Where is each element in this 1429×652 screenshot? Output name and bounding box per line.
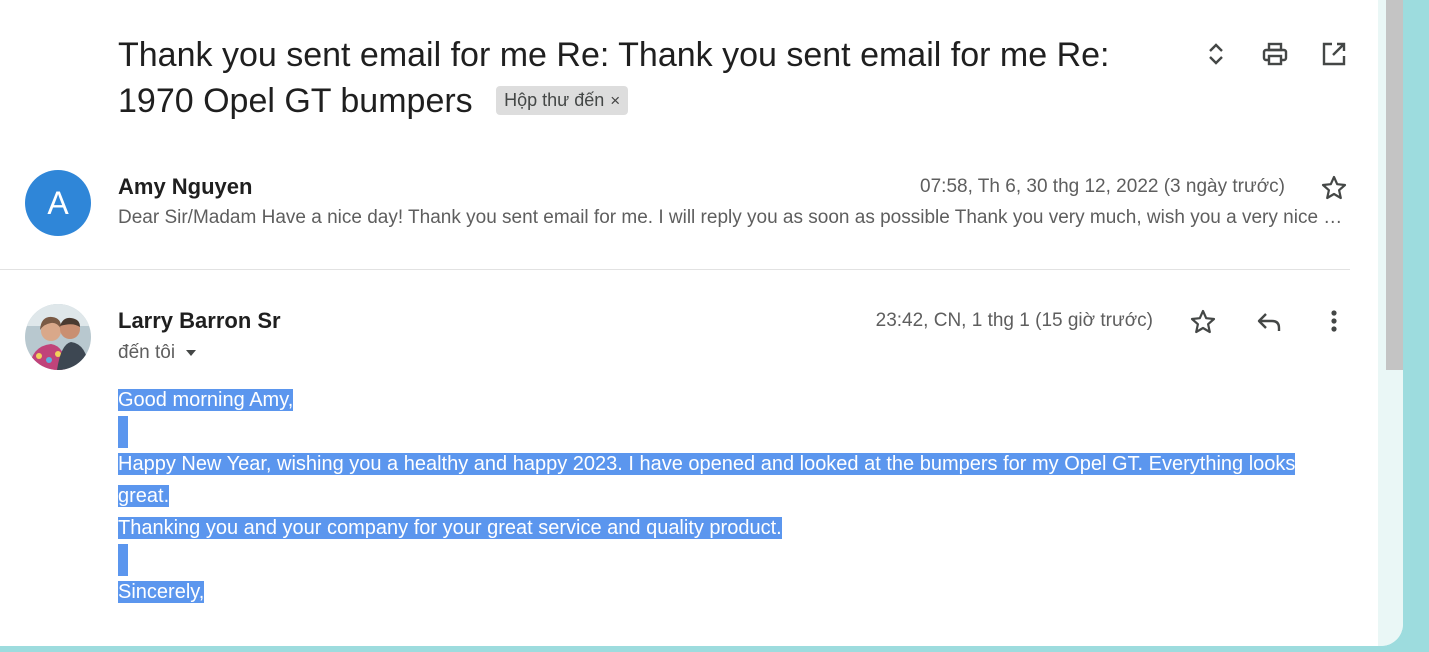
body-line: Sincerely, [118,581,205,603]
reply-icon[interactable] [1255,308,1283,336]
star-icon[interactable] [1320,174,1348,202]
body-line [118,544,1348,576]
body-line: Good morning Amy, [118,389,294,411]
message-snippet[interactable]: Dear Sir/Madam Have a nice day! Thank yo… [118,207,1350,229]
print-icon[interactable] [1261,40,1289,68]
thread-subject: Thank you sent email for me Re: Thank yo… [118,32,1178,124]
sender-avatar-photo[interactable] [25,304,91,370]
message-date: 07:58, Th 6, 30 thg 12, 2022 (3 ngày trư… [920,176,1285,197]
sender-avatar[interactable]: A [25,170,91,236]
sender-name[interactable]: Amy Nguyen [118,174,252,200]
dropdown-arrow-icon[interactable] [184,346,198,360]
email-view: Thank you sent email for me Re: Thank yo… [0,0,1403,646]
inbox-label-chip[interactable]: Hộp thư đến × [496,86,629,115]
message-date: 23:42, CN, 1 thg 1 (15 giờ trước) [875,310,1153,331]
open-new-window-icon[interactable] [1320,40,1348,68]
message-divider [0,269,1350,270]
body-line: Happy New Year, wishing you a healthy an… [118,453,1296,507]
recipient-line[interactable]: đến tôi [118,342,198,364]
message-body: Good morning Amy, Happy New Year, wishin… [118,384,1348,608]
remove-label-icon[interactable]: × [610,91,620,110]
more-options-icon[interactable] [1320,308,1348,336]
body-line [118,416,1348,448]
star-icon[interactable] [1189,308,1217,336]
label-text: Hộp thư đến [504,90,605,110]
sender-name[interactable]: Larry Barron Sr [118,308,281,334]
scrollbar-thumb[interactable] [1386,0,1403,370]
recipient-text: đến tôi [118,342,176,363]
body-line: Thanking you and your company for your g… [118,517,782,539]
expand-collapse-icon[interactable] [1202,40,1230,68]
